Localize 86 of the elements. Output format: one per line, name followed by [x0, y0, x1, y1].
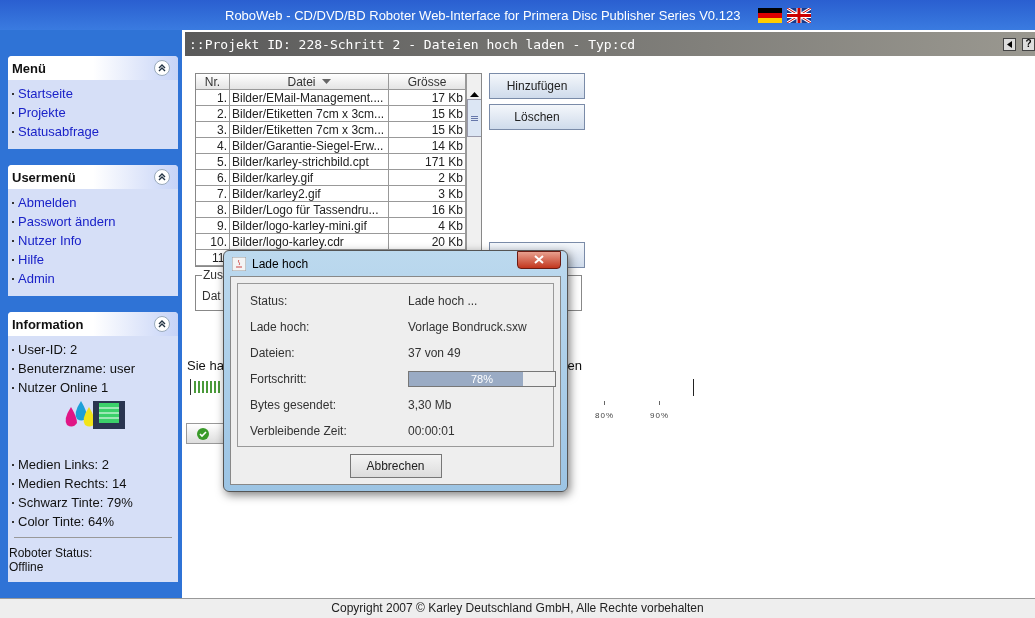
- dialog-title: Lade hoch: [252, 256, 310, 271]
- flag-icon[interactable]: [787, 7, 812, 23]
- help-button[interactable]: ?: [1022, 37, 1035, 51]
- table-cell: Bilder/karley.gif: [230, 170, 389, 186]
- scroll-up-icon[interactable]: [470, 92, 479, 97]
- back-button[interactable]: [1003, 37, 1016, 51]
- progress-text: 78%: [470, 372, 494, 386]
- tick-mark: [659, 401, 660, 405]
- copyright-text: Copyright 2007 © Karley Deutschland GmbH, Alle Rechte vorbehalten: [331, 602, 704, 617]
- column-header[interactable]: Grösse: [389, 74, 466, 90]
- field-value: 37 von 49: [408, 346, 462, 360]
- field-label: Lade hoch:: [250, 320, 311, 334]
- field-label: Verbleibende Zeit:: [250, 424, 348, 438]
- table-cell: 5.: [196, 154, 230, 170]
- field-value: Vorlage Bondruck.sxw: [408, 320, 528, 334]
- sidebar-link[interactable]: Admin: [18, 271, 55, 286]
- close-icon: [534, 255, 544, 264]
- field-label: Bytes gesendet:: [250, 398, 338, 412]
- sidebar-link[interactable]: Startseite: [18, 86, 73, 101]
- scale-label: 80%: [595, 411, 614, 420]
- table-cell: 8.: [196, 202, 230, 218]
- info-text: Medien Rechts: 14: [18, 476, 127, 491]
- sidebar-link[interactable]: Abmelden: [18, 195, 77, 210]
- table-cell: Bilder/karley2.gif: [230, 186, 389, 202]
- sidebar-link[interactable]: Statusabfrage: [18, 124, 99, 139]
- scale-label: 90%: [650, 411, 670, 420]
- field-label: Status:: [250, 294, 289, 308]
- action-button[interactable]: Löschen: [489, 104, 585, 130]
- table-cell: Bilder/Etiketten 7cm x 3cm...: [230, 106, 389, 122]
- info-text: Nutzer Online 1: [18, 380, 109, 395]
- table-cell: 10.: [196, 234, 230, 250]
- notice-text: en: [567, 358, 582, 373]
- sidebar-link[interactable]: Hilfe: [18, 252, 44, 267]
- field-value: 00:00:01: [408, 424, 456, 438]
- close-button[interactable]: [517, 250, 561, 269]
- collapse-icon[interactable]: [154, 316, 170, 332]
- column-header[interactable]: Datei: [230, 74, 389, 90]
- info-text: Benuterzname: user: [18, 361, 136, 376]
- table-cell: Bilder/logo-karley-mini.gif: [230, 218, 389, 234]
- sidebar-link[interactable]: Projekte: [18, 105, 66, 120]
- table-cell: 6.: [196, 170, 230, 186]
- info-text: Medien Links: 2: [18, 457, 110, 472]
- table-cell: Bilder/Garantie-Siegel-Erw...: [230, 138, 389, 154]
- flag-icon[interactable]: [758, 7, 783, 23]
- scroll-thumb[interactable]: [467, 99, 481, 137]
- sort-icon: [321, 79, 331, 84]
- tick-mark: [604, 401, 605, 405]
- column-header[interactable]: Nr.: [196, 74, 230, 90]
- info-text: User-ID: 2: [18, 342, 78, 357]
- confirm-button[interactable]: [186, 423, 226, 444]
- collapse-icon[interactable]: [154, 169, 170, 185]
- notice-text: Sie ha: [187, 358, 224, 373]
- table-cell: 9.: [196, 218, 230, 234]
- page-title: ::Projekt ID: 228-Schritt 2 - Dateien hoch laden - Typ:cd: [189, 36, 636, 52]
- field-label: Dat: [202, 289, 221, 303]
- group-legend: Zus: [202, 268, 224, 282]
- table-cell: Bilder/EMail-Management....: [230, 90, 389, 106]
- cancel-button[interactable]: Abbrechen: [349, 454, 442, 478]
- sidebar-link[interactable]: Nutzer Info: [18, 233, 82, 248]
- status-label: Roboter Status:: [9, 546, 94, 560]
- field-label: Dateien:: [250, 346, 296, 360]
- table-cell: Bilder/karley-strichbild.cpt: [230, 154, 389, 170]
- panel-title: Information: [12, 316, 84, 332]
- table-cell: 4.: [196, 138, 230, 154]
- app-title: RoboWeb - CD/DVD/BD Roboter Web-Interface for Primera Disc Publisher Series V0.123: [225, 7, 741, 23]
- left-arrow-icon: [1007, 40, 1012, 48]
- field-value: 3,30 Mb: [408, 398, 453, 412]
- field-label: Fortschritt:: [250, 372, 308, 386]
- info-text: Schwarz Tinte: 79%: [18, 495, 133, 510]
- check-icon: [197, 427, 209, 440]
- table-cell: Bilder/Etiketten 7cm x 3cm...: [230, 122, 389, 138]
- panel-title: Menü: [12, 60, 46, 76]
- table-cell: 1.: [196, 90, 230, 106]
- table-cell: 7.: [196, 186, 230, 202]
- scale-marker: [693, 379, 695, 396]
- table-cell: Bilder/Logo für Tassendru...: [230, 202, 389, 218]
- java-icon: [232, 256, 246, 271]
- info-text: Color Tinte: 64%: [18, 514, 115, 529]
- table-cell: 2.: [196, 106, 230, 122]
- panel-title: Usermenü: [12, 169, 76, 185]
- action-button[interactable]: Hinzufügen: [489, 73, 585, 99]
- table-cell: 3.: [196, 122, 230, 138]
- collapse-icon[interactable]: [154, 60, 170, 76]
- status-value: Offline: [9, 560, 45, 574]
- sidebar-link[interactable]: Passwort ändern: [18, 214, 116, 229]
- field-value: Lade hoch ...: [408, 294, 479, 308]
